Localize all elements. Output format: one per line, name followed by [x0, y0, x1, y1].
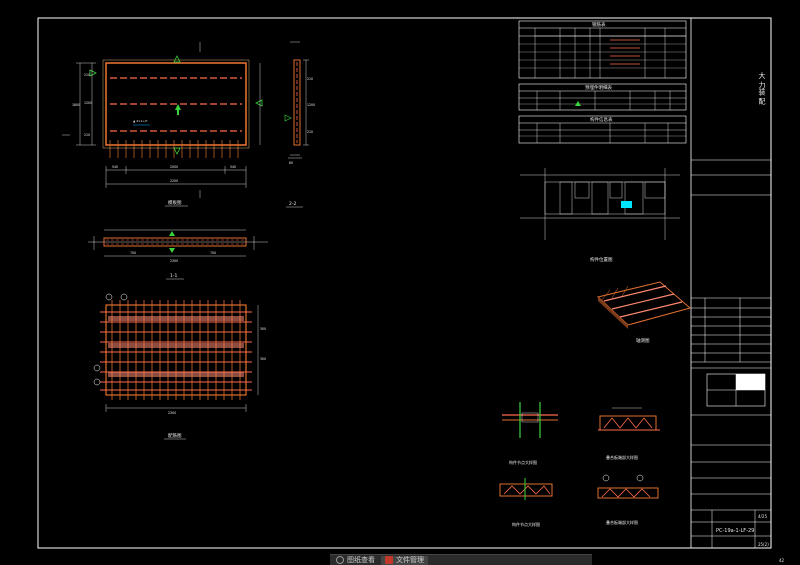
- svg-text:300: 300: [260, 327, 266, 331]
- view1-caption: 模板图: [168, 199, 182, 206]
- view5-caption: 构件位置图: [590, 256, 613, 263]
- detail-view-2: 叠合板端部大样图: [598, 407, 660, 460]
- component-position-view: 构件位置图: [520, 168, 680, 263]
- reinforcement-plan-view: 2300 300 300 配筋图: [93, 293, 266, 440]
- view2-caption: 1-1: [170, 273, 177, 279]
- detail-view-1: 构件节点大样图: [502, 402, 558, 465]
- isometric-view: 轴测图: [596, 281, 692, 344]
- company-name: 大 力装 配: [758, 71, 766, 105]
- drawing-number: PC-19a-1-LF-29: [716, 528, 754, 534]
- svg-text:60: 60: [289, 161, 293, 165]
- svg-text:1200: 1200: [307, 103, 315, 107]
- svg-text:1200: 1200: [84, 101, 92, 105]
- svg-text:210: 210: [307, 130, 313, 134]
- view7-caption: 构件节点大样图: [509, 459, 537, 465]
- svg-text:构件节点大样图: 构件节点大样图: [512, 521, 540, 527]
- cad-drawing-canvas: 大 力装 配 PC-19a-1-LF-29 4/25 25(2) 钢筋表 预埋件…: [37, 17, 785, 563]
- detail-view-4: 叠合板端部大样图: [597, 474, 659, 525]
- revision-table: [691, 298, 771, 363]
- svg-text:2000: 2000: [170, 165, 178, 169]
- svg-text:210: 210: [84, 133, 90, 137]
- embedded-parts-table: 预埋件明细表: [518, 83, 687, 111]
- page-corner-number: 42: [779, 558, 785, 563]
- svg-text:2300: 2300: [170, 259, 178, 263]
- svg-text:1800: 1800: [72, 103, 80, 107]
- sheet-number: 4/25: [758, 514, 767, 519]
- svg-text:540: 540: [230, 165, 236, 169]
- svg-text:210: 210: [84, 73, 90, 77]
- folder-icon: [385, 556, 393, 564]
- component-info-table: 构件信息表: [518, 115, 687, 144]
- embedded-parts-title: 预埋件明细表: [585, 84, 612, 91]
- taskbar-item-files-label: 文件管理: [396, 556, 424, 564]
- view8-caption: 叠合板端部大样图: [606, 454, 638, 460]
- svg-text:2300: 2300: [168, 411, 176, 415]
- formwork-plan-view: 540 2000 540 2200 1800 210 1200 210 ▲ 4×…: [62, 42, 263, 207]
- taskbar: 图纸查看 文件管理: [330, 554, 592, 565]
- logo-stamp: [706, 373, 766, 407]
- title-block: 大 力装 配 PC-19a-1-LF-29 4/25 25(2): [690, 17, 772, 549]
- svg-text:叠合板端部大样图: 叠合板端部大样图: [606, 519, 638, 525]
- svg-text:300: 300: [260, 357, 266, 361]
- component-info-title: 构件信息表: [590, 116, 613, 123]
- view3-caption: 2-2: [289, 201, 296, 207]
- svg-text:700: 700: [210, 251, 216, 255]
- svg-text:700: 700: [130, 251, 136, 255]
- viewer-icon: [336, 556, 344, 564]
- section-2-2-view: 210 1200 210 60 2-2: [284, 41, 315, 208]
- taskbar-item-viewer-label: 图纸查看: [347, 556, 375, 564]
- svg-text:210: 210: [307, 77, 313, 81]
- svg-text:540: 540: [112, 165, 118, 169]
- section-1-1-view: 2300 700 700 1-1: [88, 229, 268, 280]
- taskbar-item-files[interactable]: 文件管理: [381, 555, 428, 565]
- rebar-table: 钢筋表: [518, 20, 687, 79]
- svg-text:▲ 4×1+H: ▲ 4×1+H: [133, 119, 147, 123]
- view6-caption: 轴测图: [636, 337, 650, 344]
- detail-view-3: 构件节点大样图: [499, 478, 553, 527]
- scale-value: 25(2): [758, 542, 769, 547]
- rebar-table-title: 钢筋表: [592, 21, 606, 28]
- view4-caption: 配筋图: [168, 432, 182, 439]
- svg-text:2200: 2200: [170, 179, 178, 183]
- taskbar-item-viewer[interactable]: 图纸查看: [336, 556, 375, 565]
